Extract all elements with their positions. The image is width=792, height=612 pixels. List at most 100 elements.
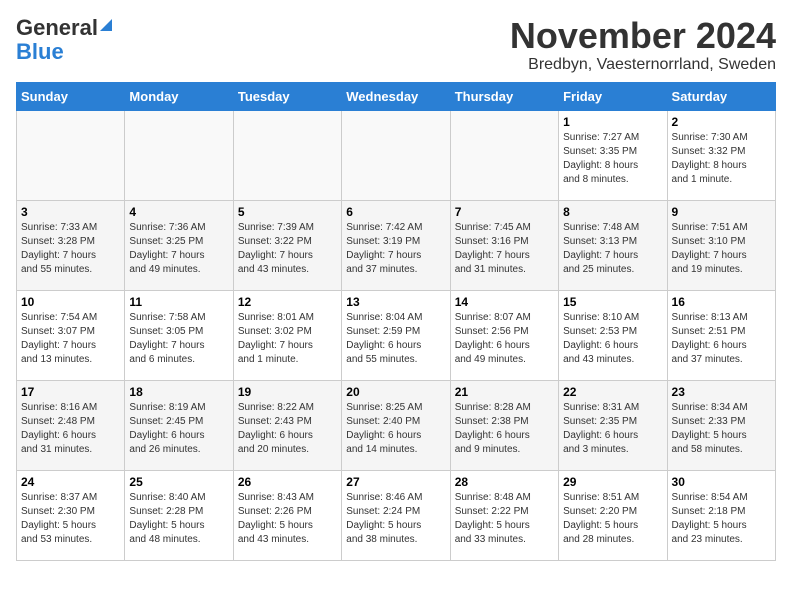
- day-number: 24: [21, 475, 120, 489]
- day-cell: 11 Sunrise: 7:58 AM Sunset: 3:05 PM Dayli…: [125, 290, 233, 380]
- day-number: 29: [563, 475, 662, 489]
- day-cell: 28 Sunrise: 8:48 AM Sunset: 2:22 PM Dayli…: [450, 470, 558, 560]
- day-info: Sunrise: 8:07 AM Sunset: 2:56 PM Dayligh…: [455, 311, 554, 367]
- title-area: November 2024 Bredbyn, Vaesternorrland, …: [510, 16, 776, 74]
- day-number: 28: [455, 475, 554, 489]
- day-number: 17: [21, 385, 120, 399]
- logo-text: GeneralBlue: [16, 16, 112, 64]
- day-number: 23: [672, 385, 771, 399]
- day-number: 3: [21, 205, 120, 219]
- day-info: Sunrise: 8:43 AM Sunset: 2:26 PM Dayligh…: [238, 491, 337, 547]
- day-cell: 5 Sunrise: 7:39 AM Sunset: 3:22 PM Daylig…: [233, 200, 341, 290]
- day-info: Sunrise: 8:10 AM Sunset: 2:53 PM Dayligh…: [563, 311, 662, 367]
- day-cell: 30 Sunrise: 8:54 AM Sunset: 2:18 PM Dayli…: [667, 470, 775, 560]
- day-cell: 25 Sunrise: 8:40 AM Sunset: 2:28 PM Dayli…: [125, 470, 233, 560]
- day-info: Sunrise: 7:33 AM Sunset: 3:28 PM Dayligh…: [21, 221, 120, 277]
- day-number: 22: [563, 385, 662, 399]
- day-cell: 21 Sunrise: 8:28 AM Sunset: 2:38 PM Dayli…: [450, 380, 558, 470]
- day-cell: 17Sunrise: 8:16 AM Sunset: 2:48 PM Dayli…: [17, 380, 125, 470]
- day-info: Sunrise: 8:31 AM Sunset: 2:35 PM Dayligh…: [563, 401, 662, 457]
- day-number: 5: [238, 205, 337, 219]
- day-info: Sunrise: 7:58 AM Sunset: 3:05 PM Dayligh…: [129, 311, 228, 367]
- day-info: Sunrise: 7:36 AM Sunset: 3:25 PM Dayligh…: [129, 221, 228, 277]
- day-cell: [342, 110, 450, 200]
- day-cell: 22 Sunrise: 8:31 AM Sunset: 2:35 PM Dayli…: [559, 380, 667, 470]
- day-cell: 12 Sunrise: 8:01 AM Sunset: 3:02 PM Dayli…: [233, 290, 341, 380]
- day-info: Sunrise: 7:51 AM Sunset: 3:10 PM Dayligh…: [672, 221, 771, 277]
- day-number: 7: [455, 205, 554, 219]
- day-number: 14: [455, 295, 554, 309]
- day-number: 1: [563, 115, 662, 129]
- day-number: 10: [21, 295, 120, 309]
- day-cell: 16 Sunrise: 8:13 AM Sunset: 2:51 PM Dayli…: [667, 290, 775, 380]
- day-info: Sunrise: 8:01 AM Sunset: 3:02 PM Dayligh…: [238, 311, 337, 367]
- day-cell: [450, 110, 558, 200]
- day-number: 30: [672, 475, 771, 489]
- day-number: 25: [129, 475, 228, 489]
- day-number: 20: [346, 385, 445, 399]
- day-info: Sunrise: 7:42 AM Sunset: 3:19 PM Dayligh…: [346, 221, 445, 277]
- day-number: 26: [238, 475, 337, 489]
- day-number: 8: [563, 205, 662, 219]
- day-info: Sunrise: 7:30 AM Sunset: 3:32 PM Dayligh…: [672, 131, 771, 187]
- week-row-2: 3 Sunrise: 7:33 AM Sunset: 3:28 PM Daylig…: [17, 200, 776, 290]
- day-info: Sunrise: 8:37 AM Sunset: 2:30 PM Dayligh…: [21, 491, 120, 547]
- day-info: Sunrise: 8:25 AM Sunset: 2:40 PM Dayligh…: [346, 401, 445, 457]
- calendar-table: SundayMondayTuesdayWednesdayThursdayFrid…: [16, 82, 776, 561]
- day-cell: 7 Sunrise: 7:45 AM Sunset: 3:16 PM Daylig…: [450, 200, 558, 290]
- day-cell: 27 Sunrise: 8:46 AM Sunset: 2:24 PM Dayli…: [342, 470, 450, 560]
- location-title: Bredbyn, Vaesternorrland, Sweden: [510, 56, 776, 74]
- day-number: 19: [238, 385, 337, 399]
- day-number: 15: [563, 295, 662, 309]
- weekday-header-friday: Friday: [559, 82, 667, 110]
- day-info: Sunrise: 8:19 AM Sunset: 2:45 PM Dayligh…: [129, 401, 228, 457]
- day-info: Sunrise: 8:04 AM Sunset: 2:59 PM Dayligh…: [346, 311, 445, 367]
- day-number: 27: [346, 475, 445, 489]
- day-number: 9: [672, 205, 771, 219]
- day-number: 18: [129, 385, 228, 399]
- day-info: Sunrise: 7:45 AM Sunset: 3:16 PM Dayligh…: [455, 221, 554, 277]
- day-cell: 14 Sunrise: 8:07 AM Sunset: 2:56 PM Dayli…: [450, 290, 558, 380]
- logo: GeneralBlue: [16, 16, 112, 64]
- day-cell: 1 Sunrise: 7:27 AM Sunset: 3:35 PM Daylig…: [559, 110, 667, 200]
- day-info: Sunrise: 7:48 AM Sunset: 3:13 PM Dayligh…: [563, 221, 662, 277]
- day-cell: [233, 110, 341, 200]
- day-info: Sunrise: 7:39 AM Sunset: 3:22 PM Dayligh…: [238, 221, 337, 277]
- weekday-header-wednesday: Wednesday: [342, 82, 450, 110]
- day-number: 6: [346, 205, 445, 219]
- day-number: 13: [346, 295, 445, 309]
- week-row-4: 17Sunrise: 8:16 AM Sunset: 2:48 PM Dayli…: [17, 380, 776, 470]
- day-info: Sunrise: 8:13 AM Sunset: 2:51 PM Dayligh…: [672, 311, 771, 367]
- day-cell: 8 Sunrise: 7:48 AM Sunset: 3:13 PM Daylig…: [559, 200, 667, 290]
- day-info: Sunrise: 8:40 AM Sunset: 2:28 PM Dayligh…: [129, 491, 228, 547]
- day-info: Sunrise: 8:46 AM Sunset: 2:24 PM Dayligh…: [346, 491, 445, 547]
- day-number: 16: [672, 295, 771, 309]
- day-info: Sunrise: 7:27 AM Sunset: 3:35 PM Dayligh…: [563, 131, 662, 187]
- header: GeneralBlue November 2024 Bredbyn, Vaest…: [16, 16, 776, 74]
- day-number: 11: [129, 295, 228, 309]
- day-number: 21: [455, 385, 554, 399]
- day-cell: 26 Sunrise: 8:43 AM Sunset: 2:26 PM Dayli…: [233, 470, 341, 560]
- day-cell: [17, 110, 125, 200]
- day-cell: 15 Sunrise: 8:10 AM Sunset: 2:53 PM Dayli…: [559, 290, 667, 380]
- day-info: Sunrise: 8:34 AM Sunset: 2:33 PM Dayligh…: [672, 401, 771, 457]
- day-cell: 2 Sunrise: 7:30 AM Sunset: 3:32 PM Daylig…: [667, 110, 775, 200]
- day-cell: 19Sunrise: 8:22 AM Sunset: 2:43 PM Dayli…: [233, 380, 341, 470]
- day-cell: 23 Sunrise: 8:34 AM Sunset: 2:33 PM Dayli…: [667, 380, 775, 470]
- day-cell: 6 Sunrise: 7:42 AM Sunset: 3:19 PM Daylig…: [342, 200, 450, 290]
- day-info: Sunrise: 8:51 AM Sunset: 2:20 PM Dayligh…: [563, 491, 662, 547]
- day-number: 2: [672, 115, 771, 129]
- weekday-header-monday: Monday: [125, 82, 233, 110]
- day-info: Sunrise: 8:28 AM Sunset: 2:38 PM Dayligh…: [455, 401, 554, 457]
- weekday-header-row: SundayMondayTuesdayWednesdayThursdayFrid…: [17, 82, 776, 110]
- day-info: Sunrise: 8:48 AM Sunset: 2:22 PM Dayligh…: [455, 491, 554, 547]
- day-number: 12: [238, 295, 337, 309]
- day-number: 4: [129, 205, 228, 219]
- day-cell: 10 Sunrise: 7:54 AM Sunset: 3:07 PM Dayli…: [17, 290, 125, 380]
- day-info: Sunrise: 7:54 AM Sunset: 3:07 PM Dayligh…: [21, 311, 120, 367]
- week-row-3: 10 Sunrise: 7:54 AM Sunset: 3:07 PM Dayli…: [17, 290, 776, 380]
- day-cell: 24 Sunrise: 8:37 AM Sunset: 2:30 PM Dayli…: [17, 470, 125, 560]
- day-cell: 3 Sunrise: 7:33 AM Sunset: 3:28 PM Daylig…: [17, 200, 125, 290]
- weekday-header-tuesday: Tuesday: [233, 82, 341, 110]
- day-info: Sunrise: 8:54 AM Sunset: 2:18 PM Dayligh…: [672, 491, 771, 547]
